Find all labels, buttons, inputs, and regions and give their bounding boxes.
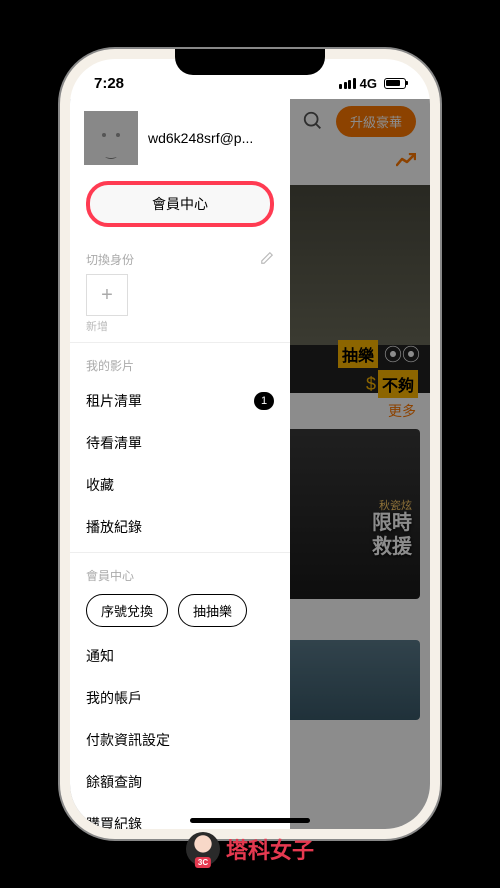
pill-row: 序號兌換 抽抽樂 <box>70 590 290 635</box>
menu-balance[interactable]: 餘額查詢 <box>70 761 290 803</box>
menu-favorites[interactable]: 收藏 <box>70 464 290 506</box>
film-reel-icon: ⦿⦿ <box>384 341 420 367</box>
upgrade-button[interactable]: 升級豪華 <box>336 106 416 137</box>
home-indicator[interactable] <box>190 818 310 823</box>
status-right: 4G <box>339 76 406 91</box>
add-identity-label: 新增 <box>86 318 274 334</box>
phone-frame: 7:28 4G 升級豪華 Discovery B <box>60 49 440 839</box>
switch-identity-section: 切換身份 <box>70 241 290 274</box>
status-time: 7:28 <box>94 75 124 92</box>
watermark: 塔科女子 <box>186 832 314 866</box>
menu-history[interactable]: 播放紀錄 <box>70 506 290 548</box>
watermark-text: 塔科女子 <box>226 833 314 865</box>
menu-rental-list[interactable]: 租片清單 1 <box>70 380 290 422</box>
menu-payment-settings[interactable]: 付款資訊設定 <box>70 719 290 761</box>
switch-identity-label: 切換身份 <box>86 251 134 268</box>
coin-icon: $ <box>366 374 376 395</box>
add-identity-button[interactable]: + <box>86 274 128 316</box>
search-icon[interactable] <box>302 110 324 132</box>
menu-my-account[interactable]: 我的帳戶 <box>70 677 290 719</box>
network-label: 4G <box>360 76 377 91</box>
my-videos-section-label: 我的影片 <box>70 347 290 380</box>
menu-purchase-history[interactable]: 購買紀錄 <box>70 803 290 829</box>
side-drawer: ‿ wd6k248srf@p... 會員中心 切換身份 + 新增 我的影片 <box>70 99 290 829</box>
username: wd6k248srf@p... <box>148 130 276 146</box>
phone-screen: 7:28 4G 升級豪華 Discovery B <box>70 59 430 829</box>
member-center-button[interactable]: 會員中心 <box>86 181 274 227</box>
watermark-avatar-icon <box>186 832 220 866</box>
edit-icon[interactable] <box>260 251 274 268</box>
notch <box>175 49 325 75</box>
menu-watchlist[interactable]: 待看清單 <box>70 422 290 464</box>
battery-icon <box>384 78 406 89</box>
promo-text-2: 不夠 <box>378 370 418 398</box>
menu-notifications[interactable]: 通知 <box>70 635 290 677</box>
trending-icon[interactable] <box>396 151 416 172</box>
lottery-button[interactable]: 抽抽樂 <box>178 594 247 627</box>
promo-text-1: 抽樂 <box>338 340 378 368</box>
profile-row[interactable]: ‿ wd6k248srf@p... <box>70 105 290 171</box>
member-center-section-label: 會員中心 <box>70 557 290 590</box>
signal-icon <box>339 78 356 89</box>
avatar: ‿ <box>84 111 138 165</box>
poster-title-overlay: 限時 救援 <box>372 511 412 559</box>
divider <box>70 342 290 343</box>
badge-count: 1 <box>254 392 274 410</box>
redeem-code-button[interactable]: 序號兌換 <box>86 594 168 627</box>
divider <box>70 552 290 553</box>
